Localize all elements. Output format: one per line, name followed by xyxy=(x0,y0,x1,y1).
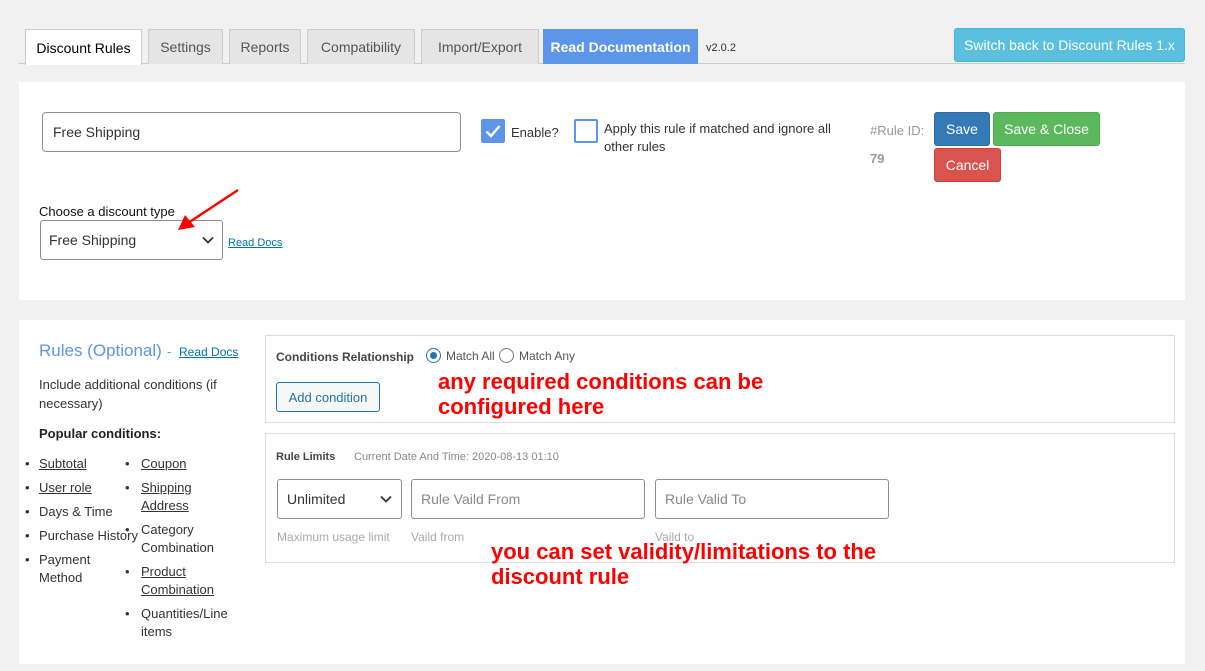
condition-category-combination: Category Combination xyxy=(141,522,214,555)
conditions-relationship-label: Conditions Relationship xyxy=(276,350,414,364)
include-conditions-text: Include additional conditions (if necess… xyxy=(39,377,217,411)
match-any-label: Match Any xyxy=(519,349,576,363)
popular-conditions-list-1: • Subtotal • User role • Days & Time • Purch… xyxy=(25,455,139,593)
list-item: • Purchase History xyxy=(25,528,138,543)
condition-quantities-line-items: Quantities/Line items xyxy=(141,606,228,639)
list-item: • Days & Time xyxy=(25,504,113,519)
rule-id-label: #Rule ID: xyxy=(870,123,925,138)
rule-title-input[interactable]: Free Shipping xyxy=(42,112,461,152)
tab-reports[interactable]: Reports xyxy=(229,29,301,64)
conditions-annotation: any required conditions can be configure… xyxy=(438,369,763,419)
condition-days-time: Days & Time xyxy=(39,504,113,519)
chevron-down-icon xyxy=(380,495,392,503)
valid-from-hint: Vaild from xyxy=(411,530,465,544)
discount-type-read-docs-link[interactable]: Read Docs xyxy=(228,237,282,249)
rules-title-separator: - xyxy=(167,344,172,359)
chevron-down-icon xyxy=(202,236,214,244)
limits-annotation-line-1: you can set validity/limitations to the xyxy=(491,539,877,564)
limits-annotation-line-2: discount rule xyxy=(491,564,630,589)
list-item: • Quantities/Line items xyxy=(125,606,228,639)
condition-link-coupon[interactable]: Coupon xyxy=(141,456,187,471)
conditions-annotation-line-1: any required conditions can be xyxy=(438,369,764,394)
discount-type-value: Free Shipping xyxy=(49,232,137,248)
list-item[interactable]: • Subtotal xyxy=(25,455,139,473)
match-any-radio[interactable] xyxy=(499,348,514,363)
popular-conditions-list-2: • Coupon • Shipping Address • Category Comb… xyxy=(125,455,241,647)
list-item: • Category Combination xyxy=(125,522,214,555)
limits-annotation: you can set validity/limitations to the … xyxy=(491,539,876,589)
enable-label: Enable? xyxy=(511,125,559,140)
list-item[interactable]: • User role xyxy=(25,479,139,497)
add-condition-button[interactable]: Add condition xyxy=(276,382,380,412)
annotation-arrow-icon xyxy=(178,188,239,230)
valid-from-input[interactable]: Rule Vaild From xyxy=(411,479,645,519)
usage-limit-select[interactable]: Unlimited xyxy=(277,479,402,519)
condition-link-product-combination[interactable]: Product Combination xyxy=(141,564,214,597)
list-item[interactable]: • Coupon xyxy=(125,455,241,473)
switch-back-button[interactable]: Switch back to Discount Rules 1.x xyxy=(954,28,1185,62)
tab-settings[interactable]: Settings xyxy=(148,29,223,64)
rule-limits-label: Rule Limits xyxy=(276,451,336,463)
valid-to-input[interactable]: Rule Valid To xyxy=(655,479,889,519)
cancel-button[interactable]: Cancel xyxy=(934,148,1001,182)
apply-exclusive-label: Apply this rule if matched and ignore al… xyxy=(604,121,831,154)
checkmark-icon xyxy=(485,125,501,138)
condition-link-subtotal[interactable]: Subtotal xyxy=(39,456,87,471)
save-button[interactable]: Save xyxy=(934,112,990,146)
discount-type-label: Choose a discount type xyxy=(39,204,175,219)
tab-import-export[interactable]: Import/Export xyxy=(421,29,539,64)
version-label: v2.0.2 xyxy=(706,42,736,54)
tab-compatibility[interactable]: Compatibility xyxy=(307,29,415,64)
enable-checkbox[interactable] xyxy=(481,119,505,143)
usage-limit-hint: Maximum usage limit xyxy=(277,530,390,544)
usage-limit-value: Unlimited xyxy=(287,491,346,507)
save-close-button[interactable]: Save & Close xyxy=(993,112,1100,146)
tab-read-documentation[interactable]: Read Documentation xyxy=(543,29,698,64)
rules-section-title: Rules (Optional) xyxy=(39,341,162,360)
conditions-annotation-line-2: configured here xyxy=(438,394,605,419)
list-item[interactable]: • Shipping Address xyxy=(125,479,201,515)
condition-payment-method: Payment Method xyxy=(39,552,91,585)
condition-link-user-role[interactable]: User role xyxy=(39,480,92,495)
list-item: • Payment Method xyxy=(25,552,91,585)
rule-id-value: 79 xyxy=(870,151,885,166)
match-all-label: Match All xyxy=(446,349,495,363)
condition-purchase-history: Purchase History xyxy=(39,528,138,543)
tab-discount-rules[interactable]: Discount Rules xyxy=(25,29,142,65)
popular-conditions-label: Popular conditions: xyxy=(39,426,162,441)
current-date-time: Current Date And Time: 2020-08-13 01:10 xyxy=(354,451,559,463)
condition-link-shipping-address[interactable]: Shipping Address xyxy=(141,480,192,513)
apply-exclusive-checkbox[interactable] xyxy=(574,119,598,143)
list-item[interactable]: • Product Combination xyxy=(125,563,221,599)
match-all-radio[interactable] xyxy=(426,348,441,363)
rules-read-docs-link[interactable]: Read Docs xyxy=(179,345,238,359)
